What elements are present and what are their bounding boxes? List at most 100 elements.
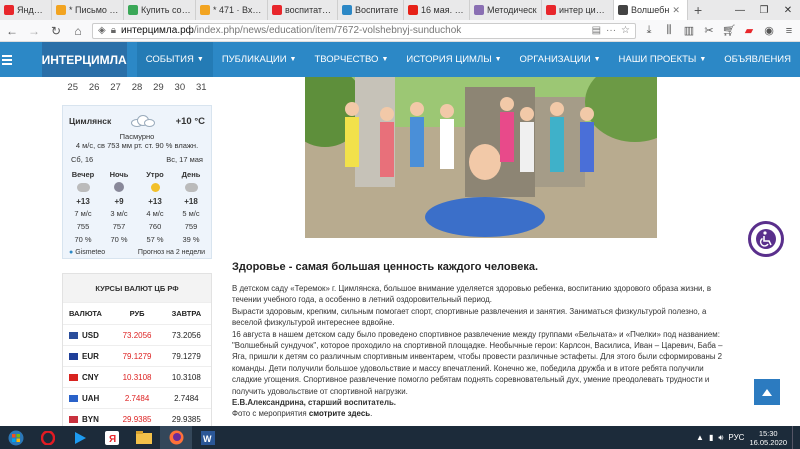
- browser-tab[interactable]: воспитатели: [268, 0, 338, 20]
- forecast-pressure: 757: [112, 222, 126, 231]
- forecast-period: Ночь: [109, 170, 129, 179]
- youtube-icon: [408, 5, 418, 15]
- browser-tab[interactable]: * 471 · Входящ: [196, 0, 268, 20]
- close-window-icon[interactable]: ✕: [776, 0, 800, 20]
- event-photo[interactable]: [305, 77, 657, 238]
- opera-taskbar-icon[interactable]: [32, 426, 64, 449]
- photo-link[interactable]: смотрите здесь: [309, 409, 370, 418]
- menu-item[interactable]: НАШИ ПРОЕКТЫ ▼: [610, 42, 716, 77]
- calendar-day[interactable]: 25: [62, 82, 83, 93]
- address-bar[interactable]: ◈ 🔒︎ интерцимла.рф/index.php/news/educat…: [92, 22, 636, 39]
- rates-row: USD 73.2056 73.2056: [63, 324, 211, 345]
- browser-tab[interactable]: 16 мая. РС: [404, 0, 470, 20]
- menu-icon[interactable]: ≡: [782, 25, 796, 37]
- browser-tab[interactable]: интер цимла: [542, 0, 614, 20]
- minimize-icon[interactable]: —: [728, 0, 752, 20]
- start-button[interactable]: [0, 426, 32, 449]
- site-navigation: ИНТЕРЦИМЛА СОБЫТИЯ ▼ ПУБЛИКАЦИИ ▼ ТВОРЧЕСТВО…: [0, 42, 800, 77]
- browser-nav-bar: ← → ↻ ⌂ ◈ 🔒︎ интерцимла.рф/index.php/new…: [0, 20, 800, 42]
- extension-icon[interactable]: ▰: [742, 24, 756, 37]
- file-explorer-taskbar-icon[interactable]: [128, 426, 160, 449]
- cloud-icon: [129, 114, 157, 128]
- word-taskbar-icon[interactable]: W: [192, 426, 224, 449]
- sidebar-icon[interactable]: ▥: [682, 24, 696, 37]
- yandex-browser-taskbar-icon[interactable]: Я: [96, 426, 128, 449]
- volume-icon[interactable]: 🔊︎: [718, 433, 723, 443]
- tray-up-arrow-icon[interactable]: ▲: [696, 433, 704, 442]
- forward-icon[interactable]: →: [26, 23, 42, 39]
- currency-cell: BYN: [63, 415, 112, 424]
- menu-item[interactable]: ПУБЛИКАЦИИ ▼: [213, 42, 306, 77]
- reader-icon[interactable]: ▤: [592, 25, 601, 36]
- calendar-day[interactable]: 26: [83, 82, 104, 93]
- menu-item[interactable]: ОРГАНИЗАЦИИ ▼: [511, 42, 610, 77]
- more-icon[interactable]: ···: [606, 25, 616, 36]
- wheelchair-icon: [756, 229, 776, 249]
- calendar-day[interactable]: 30: [169, 82, 190, 93]
- account-icon[interactable]: ◉: [762, 24, 776, 37]
- shield-icon[interactable]: ◈: [98, 25, 106, 36]
- screenshot-icon[interactable]: ✂: [702, 24, 716, 37]
- browser-tab[interactable]: Яндекс: [0, 0, 52, 20]
- hamburger-menu-icon[interactable]: [0, 42, 14, 77]
- weather-forecast: Вечер +13 7 м/с 755 70 % Ночь +9 3 м/с 757 70 % Ут…: [69, 170, 205, 245]
- new-tab-button[interactable]: +: [688, 2, 708, 18]
- back-icon[interactable]: ←: [4, 23, 20, 39]
- calendar-day[interactable]: 31: [191, 82, 212, 93]
- reload-icon[interactable]: ↻: [48, 23, 64, 39]
- menu-item[interactable]: ТВОРЧЕСТВО ▼: [305, 42, 397, 77]
- home-icon[interactable]: ⌂: [70, 23, 86, 39]
- browser-tab[interactable]: Методическ: [470, 0, 542, 20]
- article-signature: Е.В.Александрина, старший воспитатель.: [232, 398, 397, 408]
- scroll-up-button[interactable]: [754, 379, 780, 405]
- site-logo[interactable]: ИНТЕРЦИМЛА: [41, 42, 127, 77]
- browser-tab[interactable]: Воспитате: [338, 0, 404, 20]
- site-icon: [618, 5, 628, 15]
- cart-icon[interactable]: 🛒︎: [722, 24, 736, 37]
- cloud-icon: [184, 182, 198, 192]
- forecast-pressure: 759: [184, 222, 198, 231]
- firefox-taskbar-icon[interactable]: [160, 426, 192, 449]
- page-content: 25 26 27 28 29 30 31 Цимлянск +10 °C Пасмурно …: [0, 77, 800, 426]
- rate-tomorrow: 29.9385: [171, 414, 201, 424]
- calendar-day[interactable]: 28: [126, 82, 147, 93]
- menu-item-label: ПУБЛИКАЦИИ: [221, 54, 287, 65]
- forecast-icon-wrap: [69, 179, 97, 195]
- two-week-forecast-link[interactable]: Прогноз на 2 недели: [138, 249, 205, 256]
- currency-code: CNY: [82, 372, 99, 382]
- currency-cell: UAH: [63, 394, 112, 403]
- yandex-icon: [272, 5, 282, 15]
- download-icon[interactable]: ⤓: [642, 24, 656, 37]
- photo-link-prefix: Фото с мероприятия: [232, 409, 309, 419]
- sidebar: 25 26 27 28 29 30 31 Цимлянск +10 °C Пасмурно …: [62, 77, 212, 426]
- tab-title: Воспитате: [355, 5, 399, 15]
- flag-icon: [69, 394, 78, 402]
- library-icon[interactable]: ⫼: [662, 24, 676, 37]
- calendar-day[interactable]: 29: [148, 82, 169, 93]
- lock-icon[interactable]: 🔒︎: [111, 25, 116, 36]
- chevron-down-icon: ▼: [196, 56, 204, 63]
- menu-item[interactable]: ИСТОРИЯ ЦИМЛЫ ▼: [397, 42, 510, 77]
- browser-tab[interactable]: Волшебн ✕: [614, 0, 688, 20]
- close-tab-icon[interactable]: ✕: [672, 5, 680, 16]
- accessibility-button[interactable]: [748, 221, 784, 257]
- calendar-day[interactable]: 27: [105, 82, 126, 93]
- bookmark-star-icon[interactable]: ☆: [621, 25, 630, 36]
- tab-title: Яндекс: [17, 5, 47, 15]
- show-desktop-button[interactable]: [792, 426, 796, 449]
- media-player-taskbar-icon[interactable]: [64, 426, 96, 449]
- chevron-down-icon: ▼: [494, 56, 502, 63]
- article-paragraph-3: 16 августа в нашем детском саду было про…: [232, 329, 723, 396]
- browser-tab[interactable]: * Письмо «Го: [52, 0, 124, 20]
- menu-item[interactable]: ОБЪЯВЛЕНИЯ: [715, 42, 800, 77]
- language-indicator[interactable]: РУС: [728, 433, 744, 442]
- maximize-icon[interactable]: ❐: [752, 0, 776, 20]
- window-controls: — ❐ ✕: [728, 0, 800, 20]
- menu-item[interactable]: СОБЫТИЯ ▼: [136, 42, 213, 77]
- browser-tab[interactable]: Купить сокол: [124, 0, 196, 20]
- network-icon[interactable]: ▮: [709, 433, 713, 442]
- menu-item-label: ОБЪЯВЛЕНИЯ: [724, 54, 791, 65]
- gismeteo-link[interactable]: ● Gismeteo: [69, 249, 105, 256]
- clock[interactable]: 15:30 16.05.2020: [749, 429, 787, 447]
- forecast-icon-wrap: [177, 179, 205, 195]
